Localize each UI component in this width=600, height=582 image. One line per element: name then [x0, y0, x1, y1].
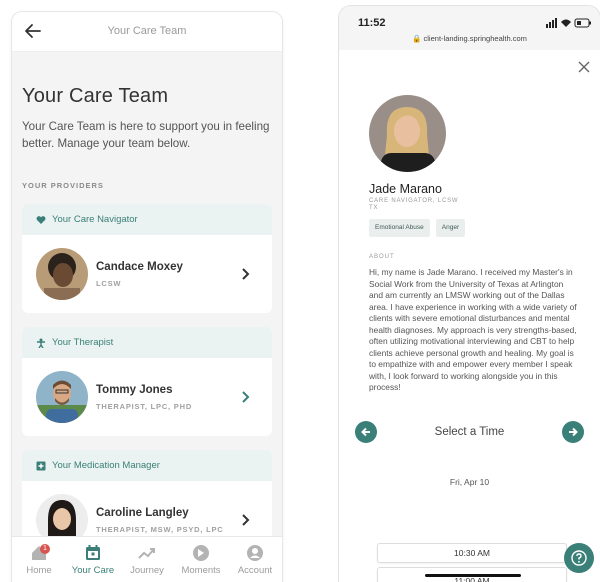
trend-icon	[138, 547, 155, 559]
card-heading: Your Therapist	[22, 327, 272, 358]
previous-button[interactable]	[355, 420, 377, 443]
clock: 11:52	[358, 17, 386, 29]
home-indicator	[425, 574, 521, 577]
avatar	[36, 371, 88, 423]
tab-journey[interactable]: Journey	[120, 537, 174, 582]
top-bar: Your Care Team	[12, 12, 282, 52]
url-text: client-landing.springhealth.com	[423, 34, 527, 43]
tab-label: Account	[237, 564, 273, 576]
avatar	[36, 248, 88, 300]
chevron-right-icon	[242, 514, 250, 526]
question-icon	[571, 550, 587, 566]
provider-role: CARE NAVIGATOR, LCSW	[369, 198, 459, 204]
provider-name: Candace Moxey	[96, 260, 183, 273]
chevron-right-icon	[242, 391, 250, 403]
provider-row-candace[interactable]: Candace Moxey LCSW	[22, 235, 272, 313]
provider-photo	[369, 95, 446, 172]
account-icon	[247, 544, 263, 561]
next-button[interactable]	[561, 420, 584, 443]
provider-role: LCSW	[96, 278, 122, 288]
arrow-left-icon	[361, 427, 370, 436]
card-heading-label: Your Care Navigator	[52, 214, 138, 225]
page-title: Your Care Team	[22, 85, 169, 107]
tab-label: Moments	[181, 564, 221, 576]
select-time-label: Select a Time	[434, 425, 505, 438]
plus-square-icon	[36, 461, 46, 470]
card-heading: Your Care Navigator	[22, 204, 272, 235]
card-heading-label: Your Medication Manager	[52, 460, 160, 471]
tab-label: Journey	[130, 564, 164, 576]
specialty-tag: Anger	[435, 219, 466, 237]
header-title: Your Care Team	[107, 25, 187, 37]
care-navigator-card: Your Care Navigator Candace Moxey LCSW	[22, 204, 272, 313]
tab-your-care[interactable]: Your Care	[66, 537, 120, 582]
card-heading: Your Medication Manager	[22, 450, 272, 481]
provider-role: THERAPIST, MSW, PSYD, LPC	[96, 524, 224, 534]
provider-row-tommy[interactable]: Tommy Jones THERAPIST, LPC, PHD	[22, 358, 272, 436]
card-heading-label: Your Therapist	[52, 337, 114, 348]
specialty-tags: Emotional Abuse Anger	[369, 219, 570, 237]
address-bar[interactable]: 🔒 client-landing.springhealth.com	[339, 34, 600, 43]
time-selector: Select a Time	[339, 420, 600, 443]
notification-badge: 1	[40, 544, 50, 554]
help-button[interactable]	[564, 543, 594, 573]
tab-moments[interactable]: Moments	[174, 537, 228, 582]
date-label: Fri, Apr 10	[449, 476, 490, 487]
status-bar: 11:52 🔒 client-landing.springhealth.com	[339, 6, 600, 50]
specialty-tag: Emotional Abuse	[369, 219, 430, 237]
provider-detail-screen: 11:52 🔒 client-landing.springhealth.com	[339, 6, 600, 582]
time-slot[interactable]: 10:30 AM	[377, 543, 567, 563]
tab-label: Your Care	[71, 564, 115, 576]
person-icon	[37, 338, 45, 348]
tab-account[interactable]: Account	[228, 537, 282, 582]
provider-role: THERAPIST, LPC, PHD	[96, 401, 193, 411]
page-description: Your Care Team is here to support you in…	[22, 120, 270, 150]
provider-name: Jade Marano	[369, 182, 442, 196]
signal-wifi-battery-icon	[546, 18, 591, 28]
tab-label: Home	[26, 564, 52, 576]
calendar-icon	[86, 544, 100, 560]
heart-icon	[36, 215, 46, 224]
about-text: Hi, my name is Jade Marano. I received m…	[369, 267, 577, 392]
provider-name: Tommy Jones	[96, 383, 173, 396]
about-heading: ABOUT	[369, 254, 395, 260]
therapist-card: Your Therapist Tommy Jones THERAPIST, LP…	[22, 327, 272, 436]
provider-state: TX	[369, 205, 379, 211]
close-icon[interactable]	[578, 61, 590, 73]
care-team-screen: Your Care Team Your Care Team Your Care …	[12, 12, 282, 582]
chevron-right-icon	[242, 268, 250, 280]
tab-home[interactable]: 1 Home	[12, 537, 66, 582]
arrow-right-icon	[568, 427, 578, 436]
section-label: YOUR PROVIDERS	[22, 181, 104, 190]
bottom-tab-bar: 1 Home Your Care Journey Moments Account	[12, 536, 282, 582]
provider-name: Caroline Langley	[96, 506, 189, 519]
moments-icon	[193, 544, 209, 561]
